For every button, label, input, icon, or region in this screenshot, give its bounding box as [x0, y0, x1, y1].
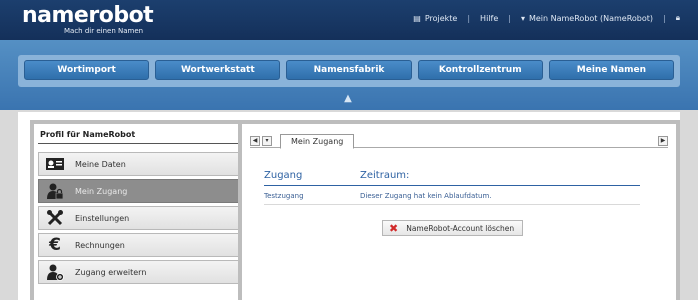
delete-x-icon: ✖	[389, 221, 399, 235]
menu-item-label: Rechnungen	[75, 240, 125, 250]
tab-wortwerkstatt[interactable]: Wortwerkstatt	[155, 60, 281, 80]
menu-item-rechnungen[interactable]: € Rechnungen	[38, 233, 240, 257]
tab-mein-zugang[interactable]: Mein Zugang	[280, 134, 355, 149]
tab-meine-namen[interactable]: Meine Namen	[548, 60, 675, 80]
tab-scroll-right-icon[interactable]: ▶	[658, 136, 668, 146]
menu-item-einstellungen[interactable]: Einstellungen	[38, 206, 240, 230]
euro-icon: €	[49, 235, 61, 255]
cell-access-type: Testzugang	[264, 192, 304, 200]
menu-item-mein-zugang[interactable]: Mein Zugang	[38, 179, 240, 203]
header-bar: namerobot Mach dir einen Namen ▤ Projekt…	[0, 0, 698, 40]
tools-icon	[43, 209, 67, 227]
collapse-up-icon[interactable]: ▲	[338, 93, 358, 105]
user-lock-icon	[43, 182, 67, 200]
menu-item-label: Meine Daten	[75, 159, 126, 169]
namerobot-logo[interactable]: namerobot Mach dir einen Namen	[22, 3, 154, 36]
profile-title: Profil für NameRobot	[38, 128, 240, 144]
tab-namensfabrik[interactable]: Namensfabrik	[286, 60, 412, 80]
account-panel: ◀ ▾ Mein Zugang ▶ Zugang Zeitraum: Testz…	[238, 120, 680, 300]
tab-list-dropdown-icon[interactable]: ▾	[262, 136, 272, 146]
help-link[interactable]: Hilfe	[480, 14, 498, 23]
menu-item-label: Einstellungen	[75, 213, 130, 223]
chevron-down-icon: ▾	[520, 13, 525, 23]
profile-panel: Profil für NameRobot Meine Daten Mein Zu…	[30, 120, 248, 300]
nav-separator: |	[467, 13, 471, 23]
logo-robot-text: robot	[88, 3, 154, 28]
lock-icon[interactable]: 🔒︎	[676, 13, 680, 23]
menu-item-label: Mein Zugang	[75, 186, 128, 196]
account-menu[interactable]: Mein NameRobot (NameRobot)	[529, 14, 653, 23]
menu-item-meine-daten[interactable]: Meine Daten	[38, 152, 240, 176]
access-table: Zugang Zeitraum: Testzugang Dieser Zugan…	[264, 170, 640, 205]
projects-link[interactable]: Projekte	[425, 14, 458, 23]
tab-wortimport[interactable]: Wortimport	[24, 60, 150, 80]
table-header: Zugang Zeitraum:	[264, 170, 640, 186]
projects-icon: ▤	[413, 13, 421, 23]
logo-tagline: Mach dir einen Namen	[64, 27, 144, 35]
user-add-icon	[43, 263, 67, 281]
logo-name-text: name	[22, 3, 89, 28]
table-row: Testzugang Dieser Zugang hat kein Ablauf…	[264, 186, 640, 205]
tab-kontrollzentrum[interactable]: Kontrollzentrum	[417, 60, 543, 80]
cell-period: Dieser Zugang hat kein Ablaufdatum.	[360, 192, 492, 200]
main-content: Profil für NameRobot Meine Daten Mein Zu…	[18, 112, 680, 300]
top-navigation: ▤ Projekte | Hilfe | ▾ Mein NameRobot (N…	[413, 13, 684, 23]
delete-account-button[interactable]: ✖ NameRobot-Account löschen	[382, 220, 524, 236]
nav-separator: |	[663, 13, 666, 23]
header-zugang: Zugang	[264, 170, 303, 181]
panel-tab-strip: ◀ ▾ Mein Zugang ▶	[250, 134, 668, 149]
main-tab-bar: Wortimport Wortwerkstatt Namensfabrik Ko…	[18, 55, 680, 87]
header-zeitraum: Zeitraum:	[360, 170, 410, 181]
nav-separator: |	[508, 13, 511, 23]
delete-account-label: NameRobot-Account löschen	[406, 223, 515, 233]
menu-item-zugang-erweitern[interactable]: Zugang erweitern	[38, 260, 240, 284]
tab-scroll-left-icon[interactable]: ◀	[250, 136, 260, 146]
id-card-icon	[43, 155, 67, 173]
menu-item-label: Zugang erweitern	[75, 267, 147, 277]
navigation-band: Wortimport Wortwerkstatt Namensfabrik Ko…	[0, 40, 698, 110]
